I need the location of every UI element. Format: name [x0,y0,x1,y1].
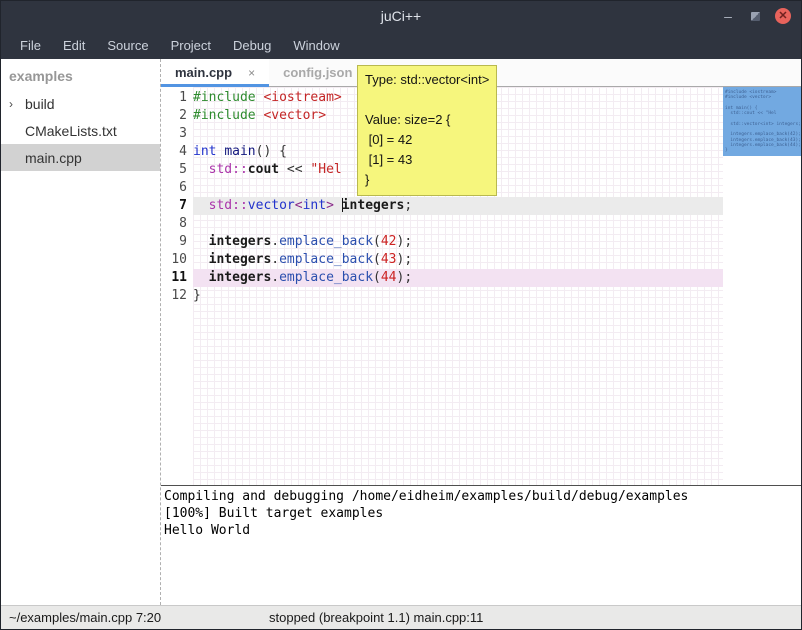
line-number[interactable]: 6 [161,179,187,197]
sidebar-item-cmakelists[interactable]: CMakeLists.txt [1,117,160,144]
chevron-right-icon[interactable]: › [9,97,25,111]
tooltip-line: [1] = 43 [365,150,489,170]
menu-bar: FileEditSourceProjectDebugWindow [1,31,801,59]
close-icon[interactable]: ✕ [775,8,791,24]
minimize-icon[interactable]: – [720,8,736,24]
line-number[interactable]: 12 [161,287,187,305]
output-line: Hello World [164,522,798,539]
line-number[interactable]: 2 [161,107,187,125]
sidebar-item-build[interactable]: › build [1,90,160,117]
tooltip-line: } [365,170,489,190]
output-line: [100%] Built target examples [164,505,798,522]
line-number[interactable]: 7 [161,197,187,215]
tab-label: config.json [283,65,352,80]
maximize-icon[interactable] [751,12,760,21]
minimap-viewport[interactable]: #include <iostream>#include <vector> int… [723,87,801,156]
code-line[interactable]: integers.emplace_back(42); [193,233,723,251]
code-line[interactable]: std::vector<int> integers; [193,197,723,215]
minimap: #include <iostream>#include <vector> int… [723,87,801,485]
tooltip-type-line: Type: std::vector<int> [365,70,489,90]
menu-source[interactable]: Source [96,34,159,57]
tab-configjson[interactable]: config.json [269,59,366,86]
code-line[interactable] [193,215,723,233]
title-bar: juCi++ – ✕ [1,1,801,31]
menu-project[interactable]: Project [160,34,222,57]
status-bar: ~/examples/main.cpp 7:20 stopped (breakp… [1,605,801,629]
line-number[interactable]: 8 [161,215,187,233]
menu-edit[interactable]: Edit [52,34,96,57]
sidebar-item-maincpp[interactable]: main.cpp [1,144,160,171]
code-line[interactable]: integers.emplace_back(44); [193,269,723,287]
line-number[interactable]: 5 [161,161,187,179]
tab-maincpp[interactable]: main.cpp × [161,59,269,86]
file-tree-sidebar: examples › build CMakeLists.txt main.cpp [1,59,161,605]
code-line[interactable]: } [193,287,723,305]
line-number[interactable]: 1 [161,89,187,107]
tab-close-icon[interactable]: × [248,66,255,80]
line-number[interactable]: 4 [161,143,187,161]
tooltip-line: Value: size=2 { [365,110,489,130]
tooltip-line: [0] = 42 [365,130,489,150]
tab-label: main.cpp [175,65,232,80]
menu-window[interactable]: Window [282,34,350,57]
tooltip-value-lines: Value: size=2 { [0] = 42 [1] = 43} [365,110,489,190]
file-tree-root-label: examples [1,61,160,90]
line-number[interactable]: 10 [161,251,187,269]
line-number[interactable]: 11 [161,269,187,287]
line-number[interactable]: 9 [161,233,187,251]
code-line[interactable]: integers.emplace_back(43); [193,251,723,269]
window-controls: – ✕ [720,1,791,31]
sidebar-item-label: build [25,96,55,112]
line-number-gutter[interactable]: 123456789101112 [161,87,193,485]
line-number[interactable]: 3 [161,125,187,143]
build-output-panel[interactable]: Compiling and debugging /home/eidheim/ex… [161,485,801,605]
output-line: Compiling and debugging /home/eidheim/ex… [164,488,798,505]
menu-debug[interactable]: Debug [222,34,282,57]
window-title: juCi++ [1,8,801,24]
status-file-position: ~/examples/main.cpp 7:20 [9,610,161,625]
sidebar-item-label: CMakeLists.txt [25,123,117,139]
app-window: juCi++ – ✕ FileEditSourceProjectDebugWin… [0,0,802,630]
sidebar-item-label: main.cpp [25,150,82,166]
debug-value-tooltip: Type: std::vector<int> Value: size=2 { [… [357,65,497,196]
menu-file[interactable]: File [9,34,52,57]
status-debug-state: stopped (breakpoint 1.1) main.cpp:11 [269,610,483,625]
